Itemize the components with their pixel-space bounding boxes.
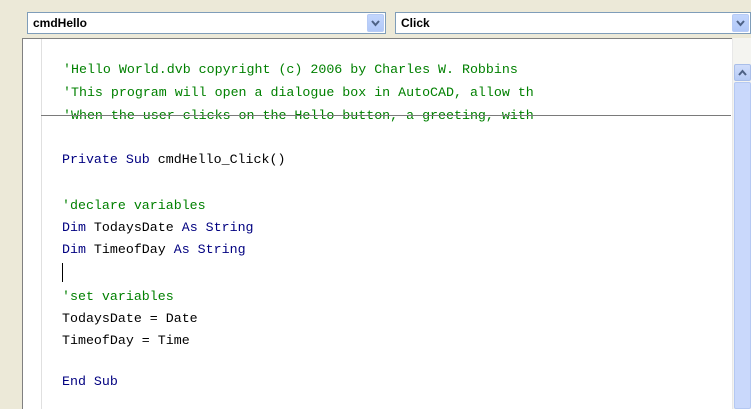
scroll-up-arrow-icon [738, 69, 747, 76]
scroll-thumb[interactable] [734, 82, 751, 409]
object-dropdown[interactable]: cmdHello [27, 12, 386, 34]
code-line-assign-todaysdate: TodaysDate = Date [62, 311, 198, 326]
code-line-dim-todaysdate: Dim TodaysDate As String [62, 217, 254, 239]
var-todaysdate: TodaysDate [85, 220, 182, 235]
keyword-as-string: As String [181, 220, 254, 235]
procedure-dropdown-button[interactable] [732, 14, 749, 32]
object-dropdown-value: cmdHello [33, 16, 88, 30]
text-caret [62, 263, 63, 282]
procedure-dropdown-value: Click [401, 16, 430, 30]
code-line-header-2: 'This program will open a dialogue box i… [63, 85, 534, 100]
object-dropdown-button[interactable] [367, 14, 384, 32]
scroll-up-button[interactable] [734, 64, 751, 81]
vertical-scrollbar[interactable] [732, 38, 751, 409]
var-timeofday: TimeofDay [85, 242, 174, 257]
editor-gutter[interactable] [23, 39, 42, 409]
keyword-dim: Dim [62, 242, 86, 257]
code-line-dim-timeofday: Dim TimeofDay As String [62, 239, 246, 261]
code-line-assign-timeofday: TimeofDay = Time [62, 333, 190, 348]
code-line-header-1: 'Hello World.dvb copyright (c) 2006 by C… [63, 62, 518, 77]
keyword-dim: Dim [62, 220, 86, 235]
code-line-header-3: 'When the user clicks on the Hello butto… [63, 108, 534, 123]
keyword-as-string: As String [173, 242, 246, 257]
declarations-divider [41, 115, 731, 116]
code-line-comment-declare: 'declare variables [62, 198, 206, 213]
code-window-toolbar: cmdHello Click [0, 0, 751, 36]
code-line-comment-set: 'set variables [62, 289, 174, 304]
chevron-down-icon [371, 20, 380, 27]
sub-name: cmdHello_Click() [149, 152, 286, 167]
procedure-dropdown[interactable]: Click [395, 12, 751, 34]
chevron-down-icon [736, 20, 745, 27]
keyword-private-sub: Private Sub [62, 152, 150, 167]
code-line-end-sub: End Sub [62, 374, 118, 389]
code-line-sub-header: Private Sub cmdHello_Click() [62, 149, 285, 171]
